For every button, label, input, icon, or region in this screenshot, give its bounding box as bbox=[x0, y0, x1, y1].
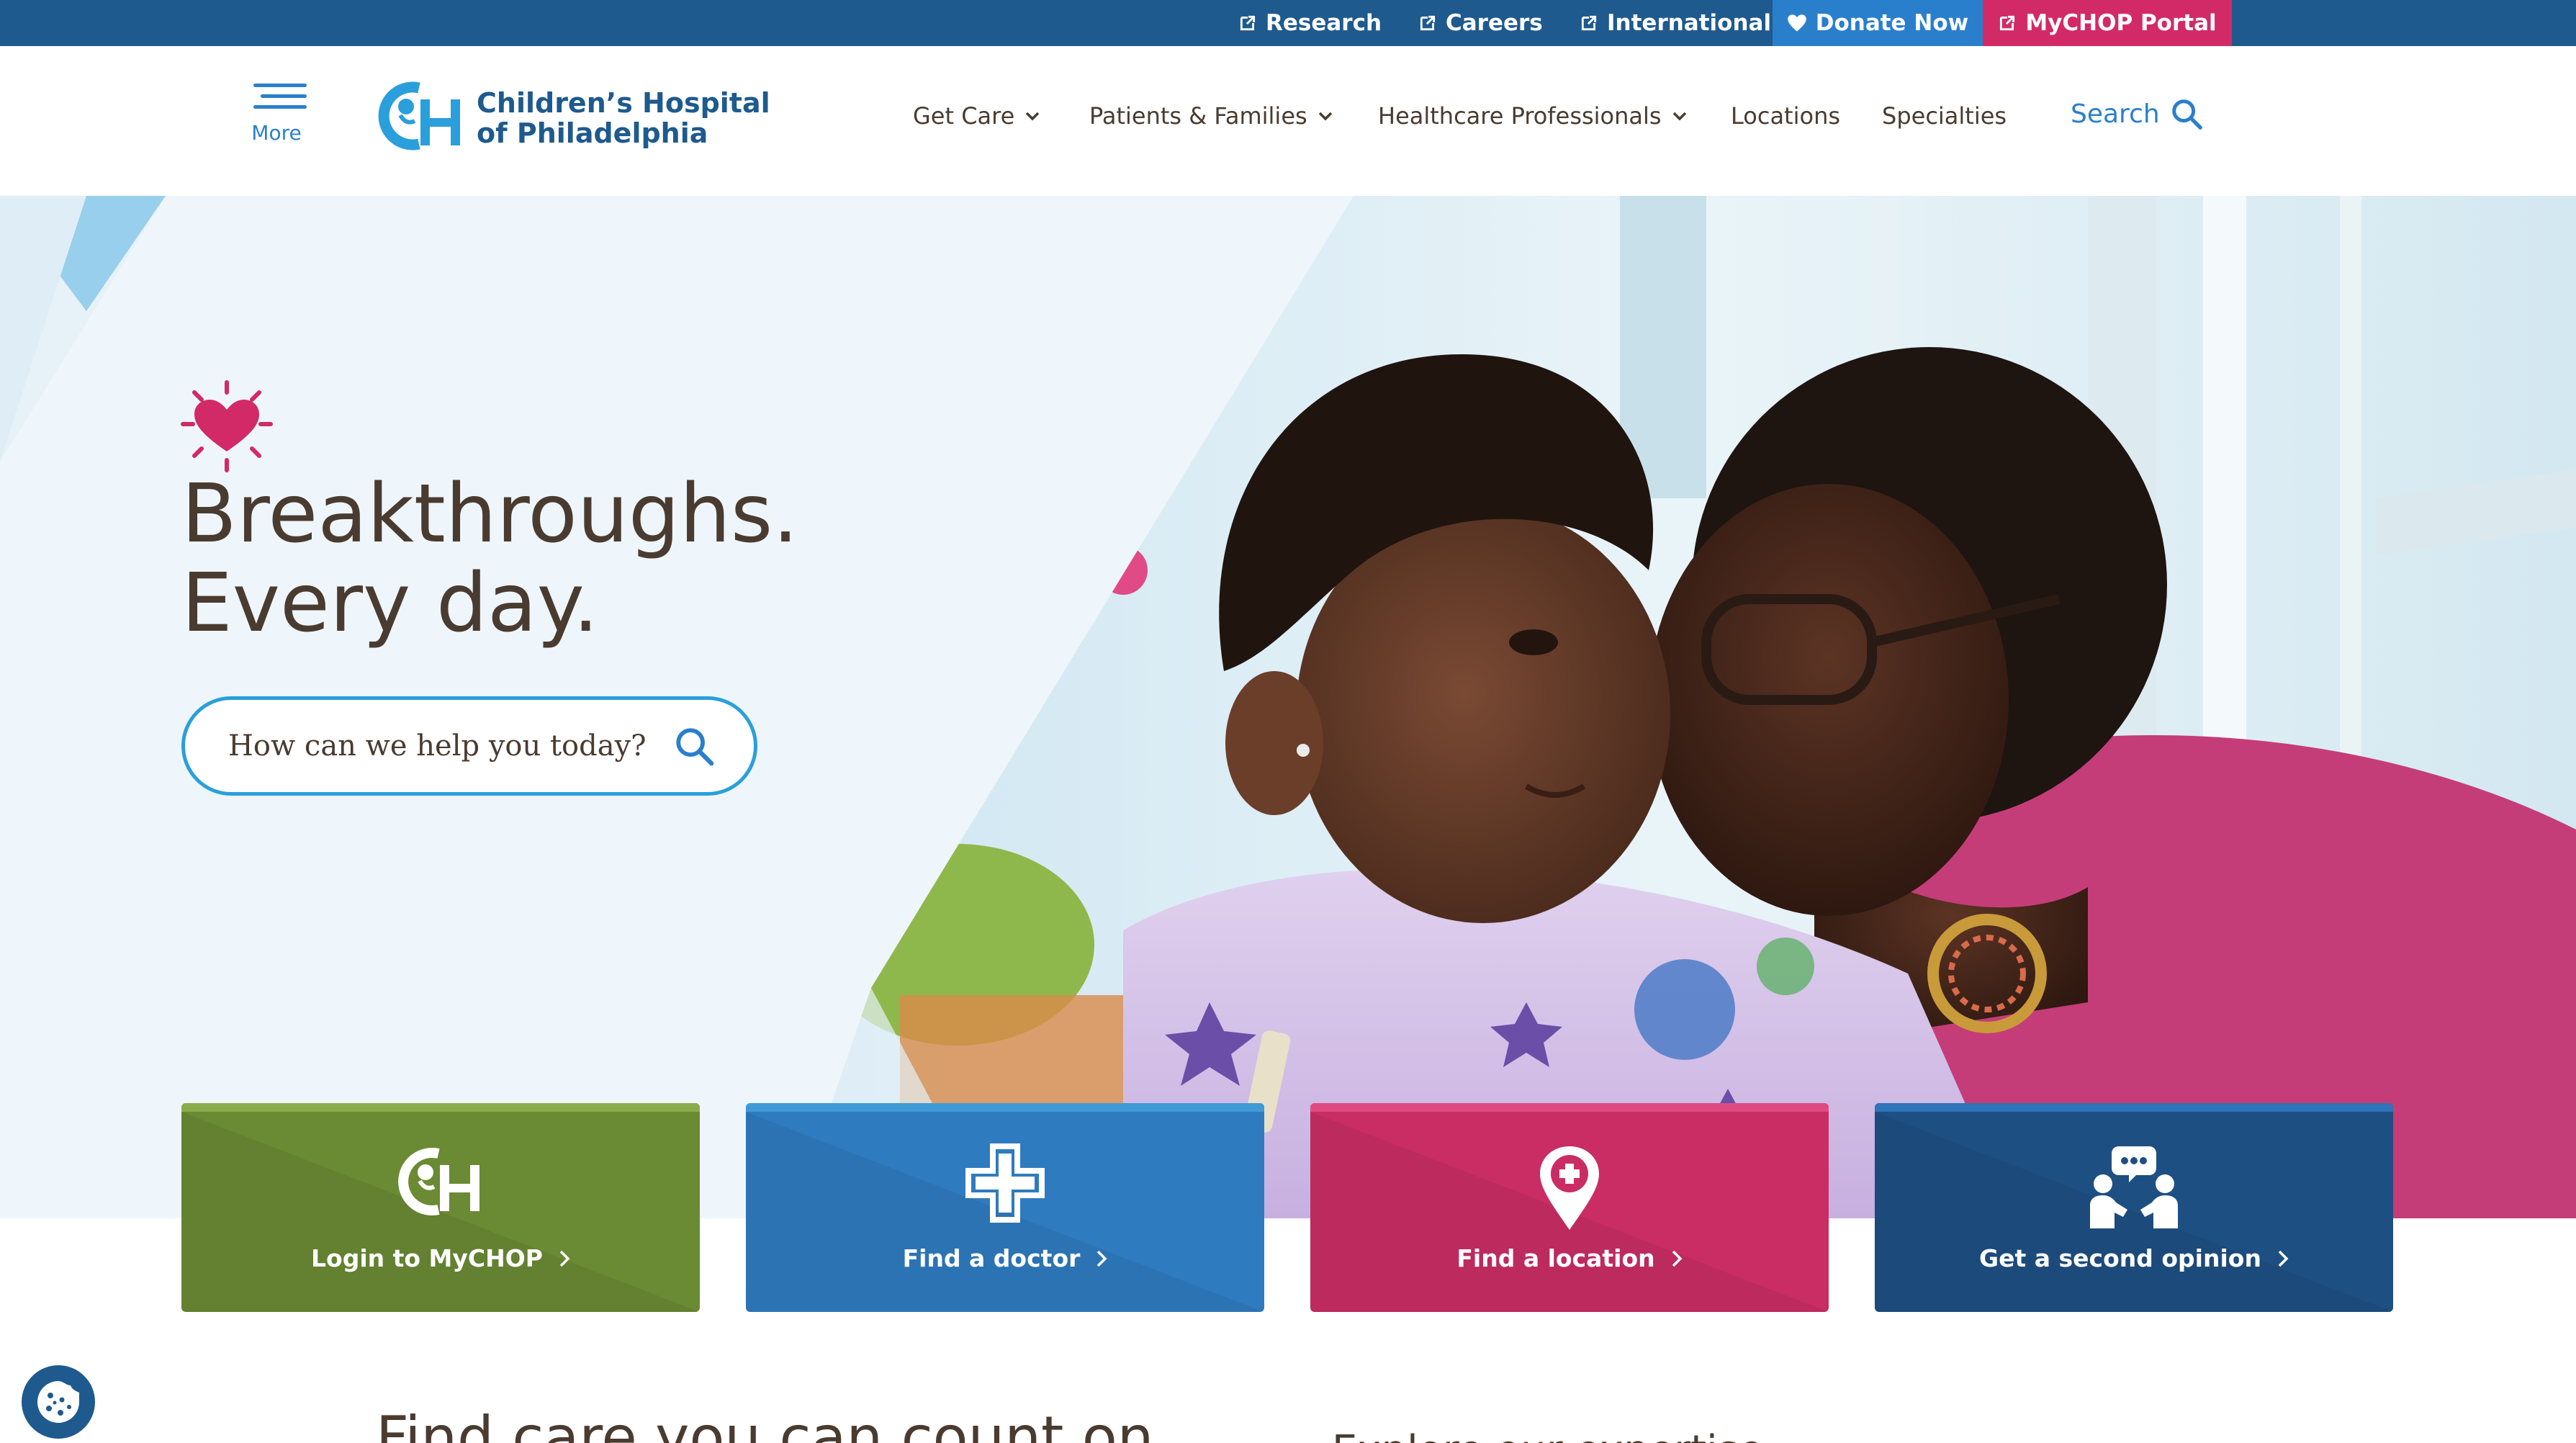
utility-bar: Research Careers International Donate No… bbox=[0, 0, 2576, 46]
nav-get-care[interactable]: Get Care bbox=[913, 98, 1040, 134]
external-link-icon bbox=[2000, 15, 2015, 31]
header-search-label: Search bbox=[2071, 99, 2160, 129]
chop-logo-icon bbox=[398, 1148, 479, 1215]
nav-specialties[interactable]: Specialties bbox=[1882, 98, 2007, 134]
nav-specialties-label: Specialties bbox=[1882, 102, 2007, 130]
second-opinion-label-row: Get a second opinion bbox=[1875, 1244, 2393, 1272]
heart-icon bbox=[1787, 14, 1806, 32]
find-doctor-tile[interactable]: Find a doctor bbox=[746, 1103, 1264, 1312]
find-location-tile[interactable]: Find a location bbox=[1310, 1103, 1829, 1312]
find-doctor-label-row: Find a doctor bbox=[746, 1244, 1264, 1272]
second-opinion-label: Get a second opinion bbox=[1979, 1244, 2261, 1272]
hero-search-box[interactable] bbox=[181, 696, 757, 796]
chevron-down-icon bbox=[1026, 112, 1040, 121]
second-opinion-tile[interactable]: Get a second opinion bbox=[1875, 1103, 2393, 1312]
search-icon[interactable] bbox=[673, 725, 715, 767]
chevron-right-icon bbox=[2278, 1250, 2289, 1267]
more-menu-button[interactable]: More bbox=[246, 84, 311, 148]
international-link[interactable]: International bbox=[1580, 0, 1771, 46]
hero-headline-line-1: Breakthroughs. bbox=[181, 467, 798, 561]
section-title-secondary: Explore our expertise bbox=[1332, 1427, 1763, 1443]
header-search-button[interactable]: Search bbox=[2071, 94, 2203, 134]
search-icon bbox=[2171, 99, 2202, 130]
logo-line-1: Children’s Hospital bbox=[477, 87, 770, 119]
nav-patients-families[interactable]: Patients & Families bbox=[1089, 98, 1333, 134]
mychop-portal-label: MyCHOP Portal bbox=[2025, 10, 2217, 36]
login-mychop-tile[interactable]: Login to MyCHOP bbox=[181, 1103, 700, 1312]
nav-healthcare-professionals[interactable]: Healthcare Professionals bbox=[1378, 98, 1688, 134]
login-mychop-label: Login to MyCHOP bbox=[311, 1244, 543, 1272]
donate-now-button[interactable]: Donate Now bbox=[1773, 0, 1983, 46]
nav-get-care-label: Get Care bbox=[913, 102, 1015, 130]
hero-headline: Breakthroughs. Every day. bbox=[181, 469, 798, 648]
chevron-down-icon bbox=[1672, 112, 1686, 121]
more-label: More bbox=[251, 121, 302, 145]
cookie-icon bbox=[37, 1381, 79, 1423]
logo-line-2: of Philadelphia bbox=[477, 117, 708, 149]
chevron-right-icon bbox=[1672, 1250, 1683, 1267]
mychop-portal-button[interactable]: MyCHOP Portal bbox=[1983, 0, 2232, 46]
external-link-icon bbox=[1240, 15, 1256, 31]
medical-cross-icon bbox=[965, 1143, 1045, 1223]
logo-wordmark: Children’s Hospital of Philadelphia bbox=[477, 88, 770, 148]
chevron-right-icon bbox=[559, 1250, 570, 1267]
chop-logo[interactable]: Children’s Hospital of Philadelphia bbox=[374, 78, 770, 157]
external-link-icon bbox=[1581, 15, 1597, 31]
section-title: Find care you can count on bbox=[376, 1404, 1154, 1443]
hero-headline-line-2: Every day. bbox=[181, 557, 599, 650]
chevron-right-icon bbox=[1097, 1250, 1107, 1267]
donate-label: Donate Now bbox=[1815, 10, 1969, 36]
nav-patients-families-label: Patients & Families bbox=[1089, 102, 1307, 130]
nav-locations-label: Locations bbox=[1731, 102, 1841, 130]
heart-spark-icon bbox=[181, 380, 273, 472]
cookie-settings-button[interactable] bbox=[22, 1365, 95, 1439]
find-doctor-label: Find a doctor bbox=[902, 1244, 1081, 1272]
chop-logo-icon bbox=[378, 81, 460, 150]
find-location-label-row: Find a location bbox=[1310, 1244, 1829, 1272]
location-pin-icon bbox=[1540, 1146, 1599, 1230]
site-header: More Children’s Hospital of Philadelphia… bbox=[0, 46, 2576, 196]
nav-healthcare-professionals-label: Healthcare Professionals bbox=[1378, 102, 1662, 130]
careers-label: Careers bbox=[1446, 10, 1543, 36]
research-link[interactable]: Research bbox=[1238, 0, 1382, 46]
hero-search-input[interactable] bbox=[228, 729, 673, 763]
login-mychop-label-row: Login to MyCHOP bbox=[181, 1244, 700, 1272]
research-label: Research bbox=[1266, 10, 1382, 36]
chevron-down-icon bbox=[1318, 112, 1332, 121]
find-location-label: Find a location bbox=[1456, 1244, 1655, 1272]
international-label: International bbox=[1607, 10, 1772, 36]
external-link-icon bbox=[1420, 15, 1436, 31]
hero-section: Breakthroughs. Every day. bbox=[0, 196, 2576, 1218]
careers-link[interactable]: Careers bbox=[1418, 0, 1543, 46]
nav-locations[interactable]: Locations bbox=[1731, 98, 1840, 134]
consultation-icon bbox=[2090, 1146, 2178, 1228]
